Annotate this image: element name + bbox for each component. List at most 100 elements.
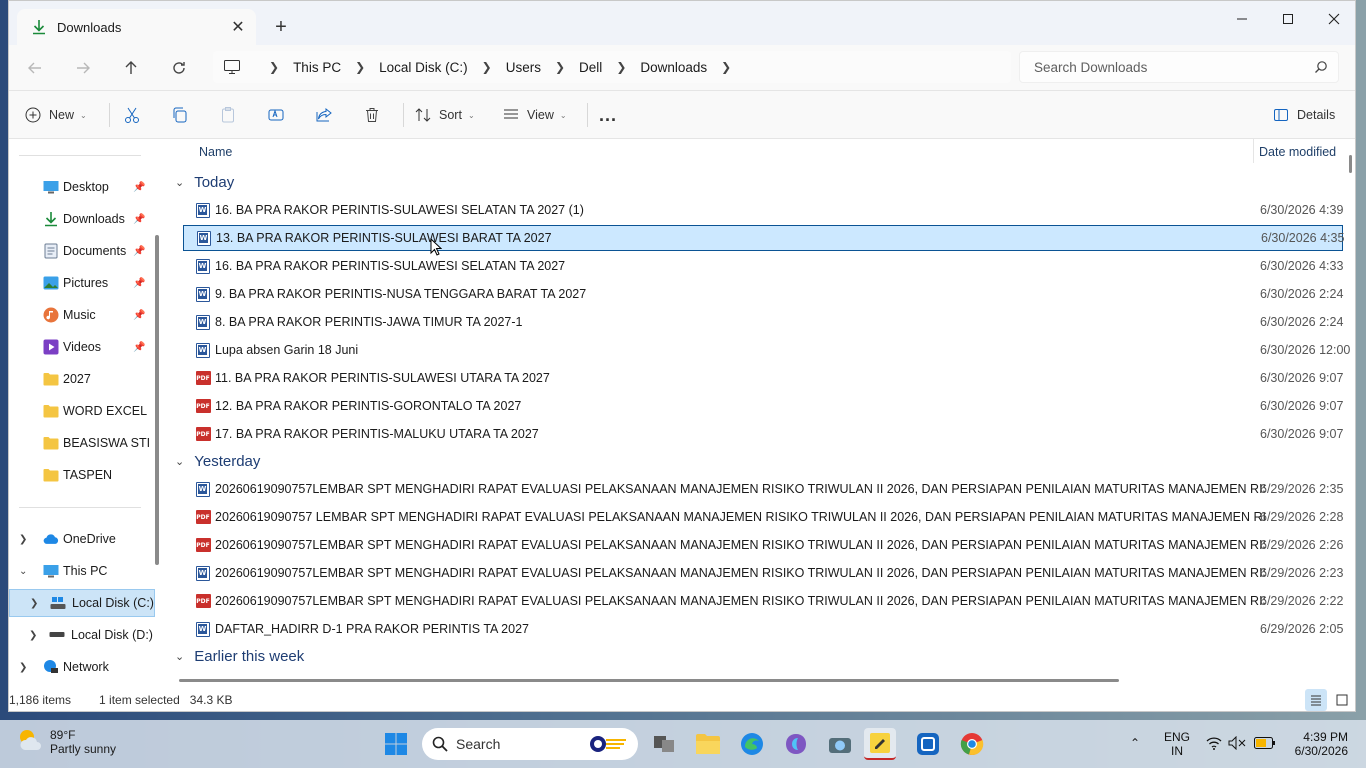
scissors-icon <box>125 107 139 123</box>
sidebar-item-network[interactable]: ❯ Network <box>9 653 155 681</box>
chrome-icon[interactable] <box>956 728 988 760</box>
file-row[interactable]: PDF 17. BA PRA RAKOR PERINTIS-MALUKU UTAR… <box>183 421 1343 447</box>
pin-icon: 📌 <box>133 181 146 193</box>
file-row[interactable]: PDF 20260619090757LEMBAR SPT MENGHADIRI R… <box>183 588 1343 614</box>
group-earlier-this-week[interactable]: ⌄ Earlier this week <box>175 643 304 669</box>
up-button[interactable] <box>115 52 147 84</box>
command-bar: New ⌄ Sort ⌄ View ⌄ ... Details <box>9 91 1355 139</box>
sidebar-item-music[interactable]: Music 📌 <box>9 301 155 329</box>
file-row[interactable]: 13. BA PRA RAKOR PERINTIS-SULAWESI BARAT… <box>183 225 1344 251</box>
crumb-downloads[interactable]: Downloads ❯ <box>640 60 745 75</box>
weather-widget[interactable]: 89°F Partly sunny <box>16 726 116 757</box>
crumb-users[interactable]: Users ❯ <box>506 60 579 75</box>
sidebar-item-pictures[interactable]: Pictures 📌 <box>9 269 155 297</box>
file-row[interactable]: 20260619090757LEMBAR SPT MENGHADIRI RAPA… <box>183 560 1343 586</box>
sidebar-item-local-disk-d[interactable]: ❯ Local Disk (D:) <box>9 621 155 649</box>
column-name-header[interactable]: Name <box>199 145 232 159</box>
file-row[interactable]: 8. BA PRA RAKOR PERINTIS-JAWA TIMUR TA 2… <box>183 309 1343 335</box>
language-indicator[interactable]: ENG IN <box>1164 720 1190 768</box>
crumb-this-pc[interactable]: This PC ❯ <box>293 60 379 75</box>
network-icon <box>43 659 59 675</box>
close-window-button[interactable] <box>1311 1 1355 37</box>
sidebar-item-word-excel[interactable]: WORD EXCEL <box>9 397 155 425</box>
sidebar-item-videos[interactable]: Videos 📌 <box>9 333 155 361</box>
delete-button[interactable] <box>363 99 381 131</box>
group-today[interactable]: ⌄ Today <box>175 169 234 195</box>
breadcrumb[interactable]: ❯ This PC ❯ Local Disk (C:) ❯ Users ❯ Dell ❯… <box>213 51 1011 83</box>
file-row[interactable]: PDF 11. BA PRA RAKOR PERINTIS-SULAWESI UT… <box>183 365 1343 391</box>
tab-downloads[interactable]: Downloads ✕ <box>17 9 256 45</box>
search-icon <box>1314 60 1328 77</box>
sort-button[interactable]: Sort ⌄ <box>415 99 475 131</box>
file-row[interactable]: 9. BA PRA RAKOR PERINTIS-NUSA TENGGARA B… <box>183 281 1343 307</box>
file-row[interactable]: 16. BA PRA RAKOR PERINTIS-SULAWESI SELAT… <box>183 253 1343 279</box>
refresh-button[interactable] <box>163 52 195 84</box>
file-row[interactable]: 16. BA PRA RAKOR PERINTIS-SULAWESI SELAT… <box>183 197 1343 223</box>
vertical-scrollbar[interactable] <box>1349 155 1352 173</box>
more-options-button[interactable]: ... <box>599 99 617 131</box>
file-row[interactable]: PDF 12. BA PRA RAKOR PERINTIS-GORONTALO T… <box>183 393 1343 419</box>
sidebar-item-downloads[interactable]: Downloads 📌 <box>9 205 155 233</box>
status-bar: 1,186 items 1 item selected 34.3 KB <box>9 687 1355 711</box>
minimize-button[interactable] <box>1219 1 1265 37</box>
group-yesterday[interactable]: ⌄ Yesterday <box>175 448 260 474</box>
maximize-button[interactable] <box>1265 1 1311 37</box>
copilot-icon[interactable] <box>780 728 812 760</box>
paste-button[interactable] <box>219 99 237 131</box>
edge-browser-icon[interactable] <box>736 728 768 760</box>
sidebar-item-onedrive[interactable]: ❯ OneDrive <box>9 525 155 553</box>
copy-button[interactable] <box>171 99 189 131</box>
forward-button[interactable] <box>67 52 99 84</box>
chevron-up-icon[interactable]: ⌃ <box>1130 736 1140 750</box>
sticky-notes-icon[interactable] <box>864 728 896 760</box>
task-view-icon[interactable] <box>648 728 680 760</box>
horizontal-scrollbar[interactable] <box>179 679 1119 682</box>
sidebar-item-this-pc[interactable]: ⌄ This PC <box>9 557 155 585</box>
rename-button[interactable] <box>267 99 285 131</box>
search-input[interactable]: Search Downloads <box>1019 51 1339 83</box>
battery-icon[interactable] <box>1254 737 1276 752</box>
volume-muted-icon[interactable] <box>1228 735 1246 753</box>
file-date-modified: 6/30/2026 9:07 <box>1260 371 1344 385</box>
pin-icon: 📌 <box>133 245 146 257</box>
taskbar-search[interactable]: Search <box>422 728 638 760</box>
details-button[interactable]: Details <box>1273 99 1335 131</box>
sidebar-item-beasiswa-stip[interactable]: BEASISWA STIP <box>9 429 155 457</box>
camera-app-icon[interactable] <box>824 728 856 760</box>
file-row[interactable]: DAFTAR_HADIRR D-1 PRA RAKOR PERINTIS TA … <box>183 616 1343 642</box>
tiles-view-button[interactable] <box>1331 689 1353 711</box>
column-date-header[interactable]: Date modified <box>1259 145 1336 159</box>
crumb-local-disk[interactable]: Local Disk (C:) ❯ <box>379 60 506 75</box>
sidebar-item-documents[interactable]: Documents 📌 <box>9 237 155 265</box>
sidebar-item-desktop[interactable]: Desktop 📌 <box>9 173 155 201</box>
back-button[interactable] <box>19 52 51 84</box>
pdf-file-icon: PDF <box>195 398 211 414</box>
file-row[interactable]: PDF 20260619090757 LEMBAR SPT MENGHADIRI … <box>183 504 1343 530</box>
file-row[interactable]: PDF 20260619090757LEMBAR SPT MENGHADIRI R… <box>183 532 1343 558</box>
cut-button[interactable] <box>123 99 141 131</box>
details-view-icon <box>1311 695 1321 706</box>
file-date-modified: 6/30/2026 9:07 <box>1260 427 1344 441</box>
close-tab-icon[interactable]: ✕ <box>224 13 252 41</box>
title-bar: Downloads ✕ + <box>9 1 1355 45</box>
sidebar-scrollbar[interactable] <box>155 235 159 565</box>
new-button[interactable]: New ⌄ <box>25 99 87 131</box>
sidebar-item-2027[interactable]: 2027 <box>9 365 155 393</box>
crumb-dell[interactable]: Dell ❯ <box>579 60 640 75</box>
file-explorer-taskbar-icon[interactable] <box>692 728 724 760</box>
file-row[interactable]: Lupa absen Garin 18 Juni 6/30/2026 12:00 <box>183 337 1350 363</box>
new-tab-button[interactable]: + <box>267 13 295 41</box>
details-view-button[interactable] <box>1305 689 1327 711</box>
clock[interactable]: 4:39 PM 6/30/2026 <box>1290 720 1348 768</box>
chevron-down-icon: ⌄ <box>80 110 87 120</box>
wifi-icon[interactable] <box>1206 736 1222 753</box>
remote-app-icon[interactable] <box>912 728 944 760</box>
selection-info: 1 item selected <box>99 693 180 707</box>
file-list: Name Date modified ⌄ Today 16. BA PRA RA… <box>167 139 1355 686</box>
file-row[interactable]: 20260619090757LEMBAR SPT MENGHADIRI RAPA… <box>183 476 1343 502</box>
share-button[interactable] <box>315 99 333 131</box>
view-button[interactable]: View ⌄ <box>503 99 567 131</box>
sidebar-item-local-disk-c[interactable]: ❯ Local Disk (C:) <box>9 589 155 617</box>
start-button[interactable] <box>380 728 412 760</box>
sidebar-item-taspen[interactable]: TASPEN <box>9 461 155 489</box>
